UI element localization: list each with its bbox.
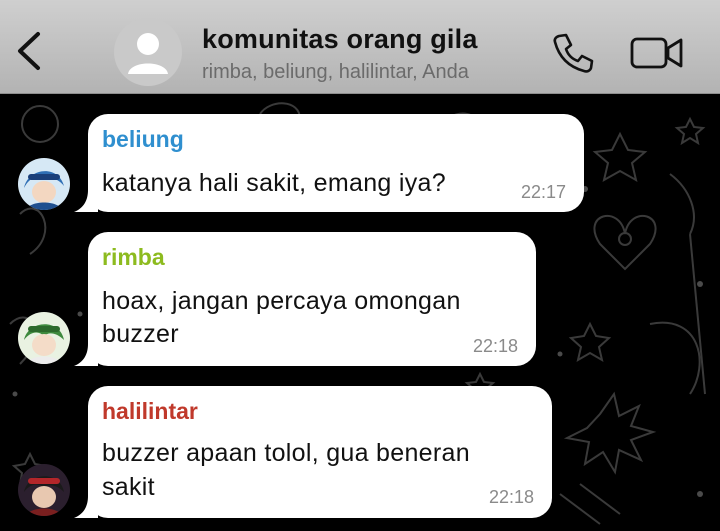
message-text-line: buzzer <box>102 320 179 348</box>
video-camera-icon[interactable] <box>630 34 684 72</box>
chat-header: komunitas orang gila rimba, beliung, hal… <box>0 0 720 94</box>
back-chevron-icon[interactable] <box>14 30 46 72</box>
message-text-line: buzzer apaan tolol, gua beneran <box>102 439 470 467</box>
chat-members[interactable]: rimba, beliung, halilintar, Anda <box>202 61 469 84</box>
message-sender: rimba <box>102 244 165 270</box>
message-bubble[interactable]: beliung katanya hali sakit, emang iya? 2… <box>74 114 584 212</box>
avatar-beliung[interactable] <box>18 158 70 210</box>
avatar-halilintar[interactable] <box>18 464 70 516</box>
default-user-icon <box>128 33 168 74</box>
message-sender: beliung <box>102 126 184 152</box>
chat-title[interactable]: komunitas orang gila <box>202 24 478 55</box>
message-text-line: hoax, jangan percaya omongan <box>102 287 461 315</box>
message-time: 22:17 <box>520 182 566 202</box>
message-time: 22:18 <box>472 336 518 356</box>
message-text: katanya hali sakit, emang iya? <box>102 169 446 197</box>
message-bubble[interactable]: rimba hoax, jangan percaya omongan buzze… <box>74 232 536 366</box>
message-sender: halilintar <box>102 398 198 424</box>
phone-icon[interactable] <box>550 30 596 76</box>
message-bubble[interactable]: halilintar buzzer apaan tolol, gua bener… <box>74 386 552 518</box>
message-text-line: sakit <box>102 473 155 501</box>
message-time: 22:18 <box>488 487 534 507</box>
avatar-rimba[interactable] <box>18 312 70 364</box>
group-avatar[interactable] <box>114 18 182 86</box>
